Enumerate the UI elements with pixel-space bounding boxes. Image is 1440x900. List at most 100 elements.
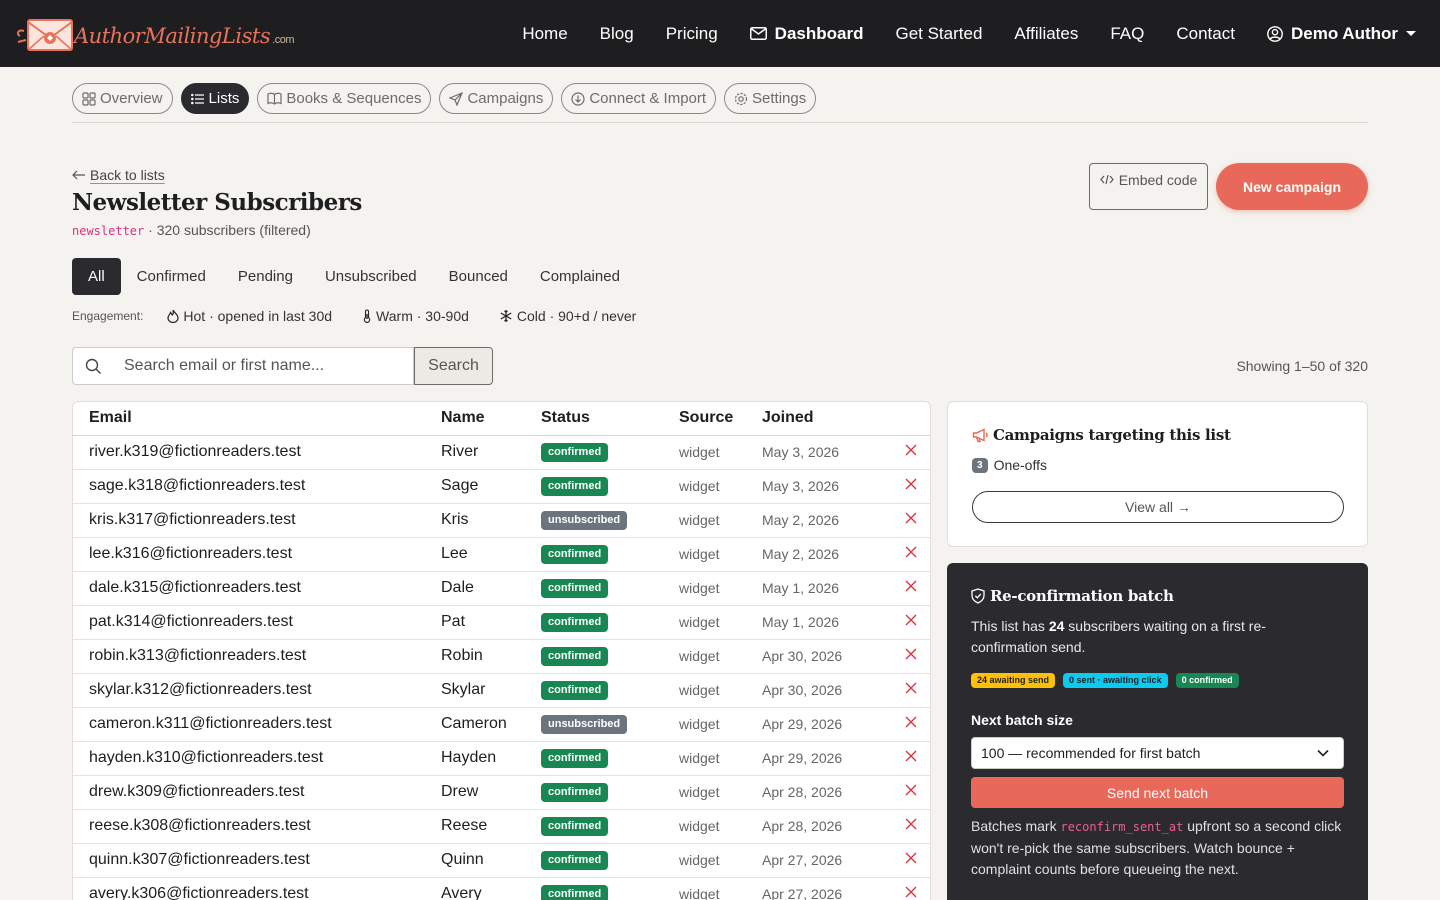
nav-pricing[interactable]: Pricing <box>666 24 718 44</box>
delete-subscriber-button[interactable] <box>905 511 917 529</box>
engagement-hot-label: Hot · opened in last 30d <box>183 308 333 324</box>
batch-size-label: Next batch size <box>971 712 1073 728</box>
search-button[interactable]: Search <box>414 347 493 385</box>
cell-email: skylar.k312@fictionreaders.test <box>73 673 441 708</box>
delete-subscriber-button[interactable] <box>905 749 917 767</box>
tab-pending[interactable]: Pending <box>222 258 309 295</box>
back-to-lists-label: Back to lists <box>90 167 165 183</box>
batch-size-select[interactable]: 100 — recommended for first batch <box>971 737 1344 769</box>
status-filter-tabs: All Confirmed Pending Unsubscribed Bounc… <box>72 258 636 295</box>
cell-actions <box>892 843 930 878</box>
cell-name: Kris <box>441 503 541 538</box>
cell-source: widget <box>679 639 762 674</box>
subscribers-table-card: Email Name Status Source Joined river.k3… <box>72 401 931 900</box>
embed-code-button[interactable]: Embed code <box>1089 163 1208 210</box>
tab-confirmed[interactable]: Confirmed <box>121 258 222 295</box>
cell-joined: Apr 30, 2026 <box>762 639 892 674</box>
status-badge: unsubscribed <box>541 511 628 530</box>
nav-get-started[interactable]: Get Started <box>895 24 982 44</box>
subnav-campaigns[interactable]: Campaigns <box>439 83 554 114</box>
tab-bounced[interactable]: Bounced <box>433 258 524 295</box>
subnav-overview-label: Overview <box>100 90 163 107</box>
cell-actions <box>892 639 930 674</box>
table-row: reese.k308@fictionreaders.test Reese confi… <box>73 809 930 844</box>
cell-source: widget <box>679 707 762 742</box>
cell-joined: May 2, 2026 <box>762 537 892 572</box>
brand-tld: .com <box>272 34 294 46</box>
nav-faq[interactable]: FAQ <box>1110 24 1144 44</box>
close-icon <box>905 852 917 864</box>
user-menu[interactable]: Demo Author <box>1267 24 1416 44</box>
nav-affiliates[interactable]: Affiliates <box>1014 24 1078 44</box>
subscriber-rows: river.k319@fictionreaders.test River confi… <box>73 435 930 900</box>
close-icon <box>905 546 917 558</box>
main-nav: Home Blog Pricing Dashboard Get Started … <box>490 0 1416 67</box>
cell-status: confirmed <box>541 673 679 708</box>
cell-status: confirmed <box>541 435 679 470</box>
cell-status: confirmed <box>541 775 679 810</box>
engagement-hot[interactable]: Hot · opened in last 30d <box>167 308 332 324</box>
subscribers-table: Email Name Status Source Joined river.k3… <box>73 402 930 900</box>
subnav-overview[interactable]: Overview <box>72 83 173 114</box>
delete-subscriber-button[interactable] <box>905 817 917 835</box>
close-icon <box>905 648 917 660</box>
awaiting-count: 24 <box>1048 618 1065 634</box>
envelope-logo-icon <box>16 14 78 54</box>
delete-subscriber-button[interactable] <box>905 715 917 733</box>
back-to-lists-link[interactable]: Back to lists <box>72 167 165 183</box>
brand-logo[interactable]: AuthorMailingLists .com <box>16 14 294 54</box>
engagement-warm[interactable]: Warm · 30-90d <box>362 308 469 324</box>
delete-subscriber-button[interactable] <box>905 579 917 597</box>
delete-subscriber-button[interactable] <box>905 613 917 631</box>
status-badge: confirmed <box>541 817 609 836</box>
dashboard-subnav: Overview Lists Books & Sequences Campaig… <box>72 83 824 114</box>
col-status: Status <box>541 402 679 436</box>
cell-actions <box>892 877 930 900</box>
nav-home[interactable]: Home <box>522 24 567 44</box>
status-badge: unsubscribed <box>541 715 628 734</box>
tab-all[interactable]: All <box>72 258 121 295</box>
delete-subscriber-button[interactable] <box>905 647 917 665</box>
reconfirmation-stats: 24 awaiting send 0 sent · awaiting click… <box>971 673 1247 688</box>
delete-subscriber-button[interactable] <box>905 545 917 563</box>
search-icon <box>85 358 101 374</box>
cell-name: Cameron <box>441 707 541 742</box>
user-menu-label: Demo Author <box>1290 23 1398 43</box>
cell-joined: May 1, 2026 <box>762 605 892 640</box>
tab-complained[interactable]: Complained <box>524 258 636 295</box>
status-badge: confirmed <box>541 783 609 802</box>
cell-source: widget <box>679 809 762 844</box>
close-icon <box>905 614 917 626</box>
nav-blog[interactable]: Blog <box>600 24 634 44</box>
cell-joined: Apr 27, 2026 <box>762 843 892 878</box>
delete-subscriber-button[interactable] <box>905 783 917 801</box>
arrow-left-icon <box>72 170 85 180</box>
cell-joined: May 3, 2026 <box>762 469 892 504</box>
view-all-campaigns-button[interactable]: View all → <box>972 491 1344 523</box>
delete-subscriber-button[interactable] <box>905 477 917 495</box>
delete-subscriber-button[interactable] <box>905 885 917 900</box>
table-row: robin.k313@fictionreaders.test Robin confi… <box>73 639 930 674</box>
close-icon <box>905 580 917 592</box>
new-campaign-button[interactable]: New campaign <box>1216 163 1368 210</box>
engagement-cold[interactable]: Cold · 90+d / never <box>499 308 636 324</box>
send-next-batch-button[interactable]: Send next batch <box>971 777 1344 808</box>
tab-unsubscribed[interactable]: Unsubscribed <box>309 258 433 295</box>
search-input[interactable] <box>114 347 414 385</box>
nav-dashboard[interactable]: Dashboard <box>749 24 863 44</box>
nav-contact[interactable]: Contact <box>1176 24 1235 44</box>
campaign-count-badge: 3 <box>972 457 988 473</box>
brand-name: AuthorMailingLists <box>74 24 271 48</box>
cell-source: widget <box>679 469 762 504</box>
subnav-connect[interactable]: Connect & Import <box>561 83 717 114</box>
cell-name: Pat <box>441 605 541 640</box>
subnav-books[interactable]: Books & Sequences <box>257 83 432 114</box>
delete-subscriber-button[interactable] <box>905 681 917 699</box>
subnav-lists[interactable]: Lists <box>180 83 250 114</box>
cell-joined: Apr 29, 2026 <box>762 707 892 742</box>
status-badge: confirmed <box>541 681 609 700</box>
delete-subscriber-button[interactable] <box>905 851 917 869</box>
gear-icon <box>734 92 748 105</box>
delete-subscriber-button[interactable] <box>905 443 917 461</box>
subnav-settings[interactable]: Settings <box>724 83 817 114</box>
